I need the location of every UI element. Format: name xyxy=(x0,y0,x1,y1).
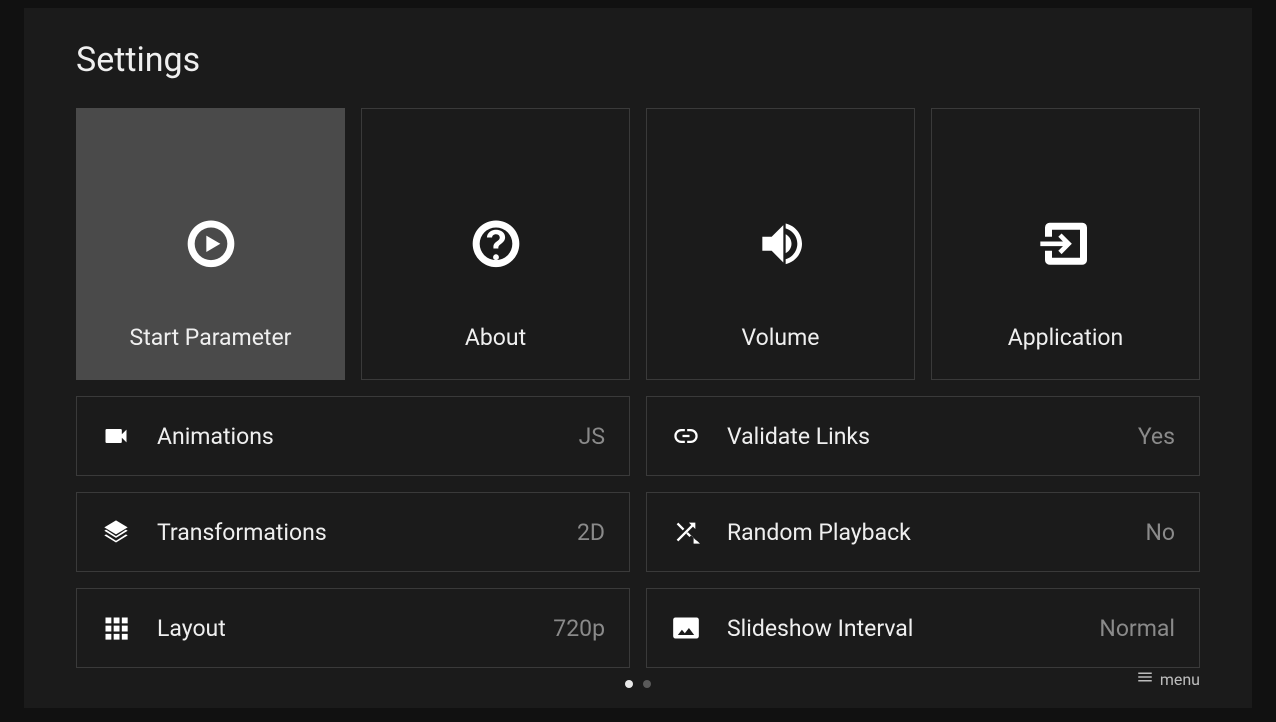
menu-button[interactable]: menu xyxy=(1136,668,1200,690)
row-value: Yes xyxy=(1138,423,1175,450)
settings-panel: Settings Start Parameter About Volume Ap… xyxy=(24,8,1252,708)
pager-dot-1[interactable] xyxy=(625,680,633,688)
grid-icon xyxy=(101,613,131,643)
exit-to-app-icon xyxy=(1038,216,1094,272)
help-circle-icon xyxy=(468,216,524,272)
tile-about[interactable]: About xyxy=(361,108,630,380)
tile-label: Volume xyxy=(742,324,820,351)
row-value: 720p xyxy=(553,615,605,642)
page-title: Settings xyxy=(76,40,1200,80)
settings-list: Animations JS Validate Links Yes Transfo… xyxy=(76,396,1200,668)
row-transformations[interactable]: Transformations 2D xyxy=(76,492,630,572)
tile-label: About xyxy=(465,324,526,351)
menu-icon xyxy=(1136,668,1154,690)
row-value: Normal xyxy=(1099,615,1175,642)
row-slideshow-interval[interactable]: Slideshow Interval Normal xyxy=(646,588,1200,668)
row-label: Animations xyxy=(157,423,579,450)
row-value: No xyxy=(1145,519,1175,546)
row-value: JS xyxy=(579,423,605,450)
pager xyxy=(625,680,651,688)
tiles-row: Start Parameter About Volume Application xyxy=(76,108,1200,380)
tile-application[interactable]: Application xyxy=(931,108,1200,380)
shuffle-icon xyxy=(671,517,701,547)
tile-label: Start Parameter xyxy=(130,324,292,351)
row-label: Slideshow Interval xyxy=(727,615,1099,642)
volume-icon xyxy=(753,216,809,272)
play-circle-icon xyxy=(183,216,239,272)
row-animations[interactable]: Animations JS xyxy=(76,396,630,476)
menu-label: menu xyxy=(1160,670,1200,689)
row-validate-links[interactable]: Validate Links Yes xyxy=(646,396,1200,476)
tile-start-parameter[interactable]: Start Parameter xyxy=(76,108,345,380)
row-label: Transformations xyxy=(157,519,577,546)
tile-label: Application xyxy=(1008,324,1124,351)
row-layout[interactable]: Layout 720p xyxy=(76,588,630,668)
link-icon xyxy=(671,421,701,451)
row-random-playback[interactable]: Random Playback No xyxy=(646,492,1200,572)
video-icon xyxy=(101,421,131,451)
row-label: Validate Links xyxy=(727,423,1138,450)
row-label: Random Playback xyxy=(727,519,1145,546)
tile-volume[interactable]: Volume xyxy=(646,108,915,380)
image-icon xyxy=(671,613,701,643)
layers-icon xyxy=(101,517,131,547)
row-value: 2D xyxy=(577,519,605,546)
row-label: Layout xyxy=(157,615,553,642)
pager-dot-2[interactable] xyxy=(643,680,651,688)
